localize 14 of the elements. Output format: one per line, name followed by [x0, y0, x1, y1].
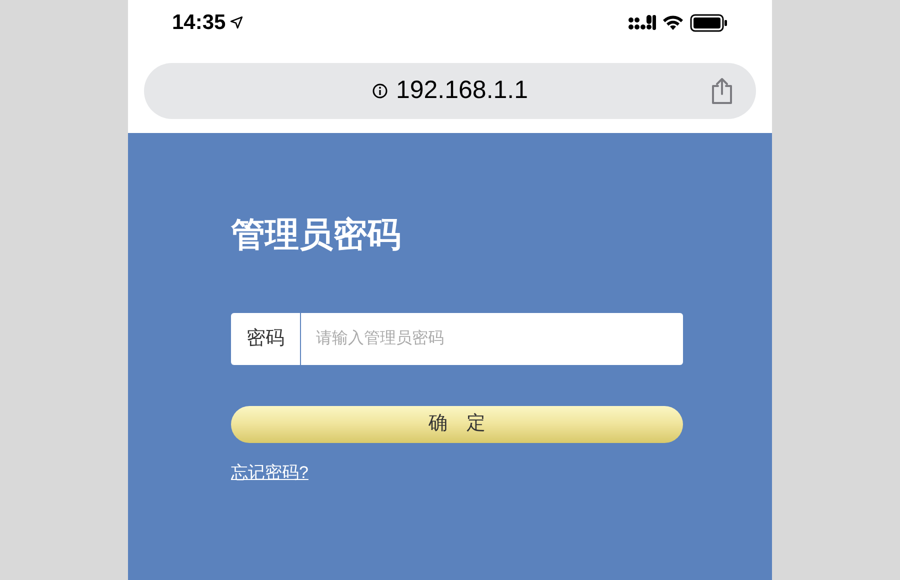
address-bar[interactable]: 192.168.1.1 [144, 63, 756, 119]
wifi-icon [662, 14, 684, 30]
battery-icon [690, 14, 728, 32]
status-time: 14:35 [172, 10, 226, 36]
field-label: 密码 [231, 313, 301, 365]
location-arrow-icon [230, 16, 243, 29]
forgot-password-link[interactable]: 忘记密码? [231, 460, 308, 486]
share-icon[interactable] [710, 77, 734, 105]
password-field[interactable]: 请输入管理员密码 [301, 313, 683, 365]
info-icon [372, 83, 388, 99]
confirm-button[interactable]: 确 定 [231, 406, 683, 443]
url-text: 192.168.1.1 [396, 75, 528, 106]
signal-icon [628, 14, 656, 30]
page-title: 管理员密码 [231, 214, 402, 257]
